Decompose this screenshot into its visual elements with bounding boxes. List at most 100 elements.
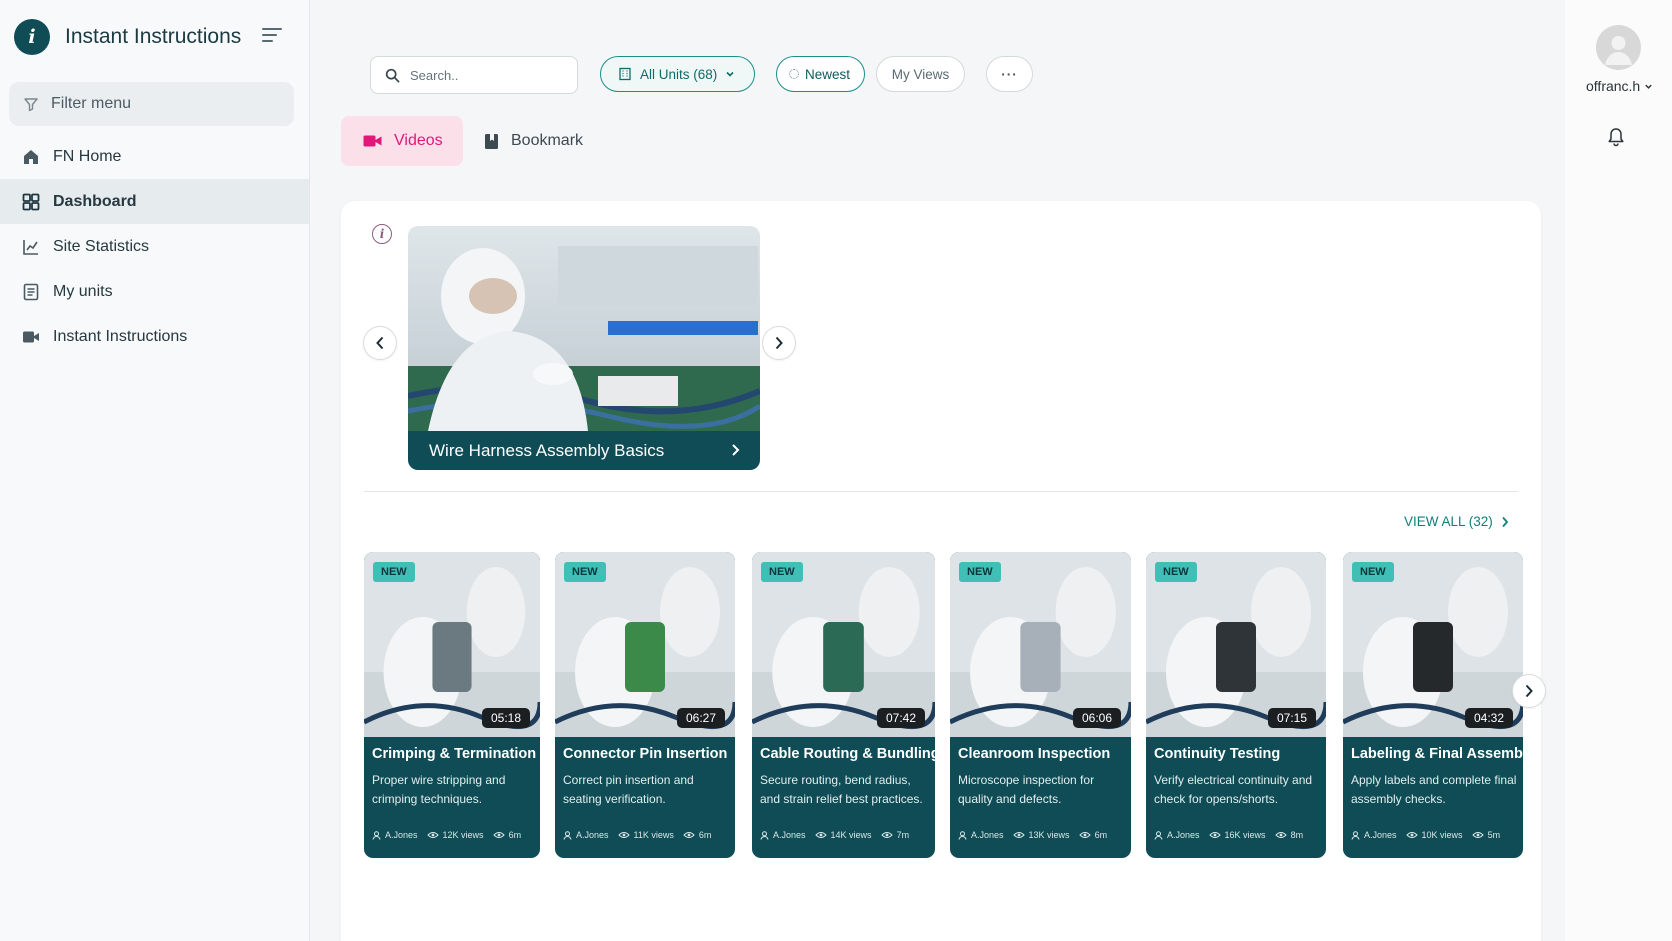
newest-filter-button[interactable]: Newest [776,56,865,92]
video-description: Verify electrical continuity and check f… [1154,773,1313,806]
search-input[interactable] [410,67,560,83]
video-card[interactable]: NEW 06:27 Connector Pin Insertion Correct p… [555,552,735,858]
dashboard-icon [22,193,40,210]
video-time: 6m [508,830,522,840]
video-title: Labeling & Final Assembly [1351,746,1523,762]
filter-menu[interactable]: Filter menu [9,82,294,126]
eye-icon [1471,832,1484,838]
chevron-left-icon [376,336,384,350]
new-badge: NEW [1155,562,1197,582]
sidebar-item-label: My units [53,282,113,300]
user-menu[interactable]: offranc.h [1586,78,1653,94]
chevron-right-icon [732,444,740,456]
home-icon [24,149,38,164]
video-time: 6m [698,830,712,840]
chevron-right-icon [1502,516,1509,527]
more-options-button[interactable]: ··· [986,56,1033,92]
video-title: Crimping & Termination [372,746,537,762]
building-icon [619,67,631,81]
eye-icon [1208,832,1221,838]
bookmark-icon [485,133,498,149]
search-icon [385,68,400,82]
video-time: 8m [1290,830,1304,840]
video-time: 6m [1094,830,1108,840]
sidebar-item-my-units[interactable]: My units [0,269,309,314]
notifications-bell-icon[interactable] [1607,127,1625,152]
view-all-link[interactable]: VIEW ALL (32) [1404,514,1509,529]
chevron-down-icon [726,71,734,77]
video-row-next-button[interactable] [1512,674,1546,708]
view-all-label: VIEW ALL (32) [1404,514,1493,529]
new-badge: NEW [564,562,606,582]
video-card[interactable]: NEW 06:06 Cleanroom Inspection Microscope i… [950,552,1131,858]
carousel-next-button[interactable] [762,326,796,360]
video-meta: A.Jones 14K views 7m [760,830,918,840]
search-box [370,56,578,94]
new-badge: NEW [761,562,803,582]
featured-video-card[interactable]: Wire Harness Assembly Basics [408,226,760,470]
eye-icon [492,832,505,838]
sidebar-item-site-statistics[interactable]: Site Statistics [0,224,309,269]
sidebar-item-instant-instructions[interactable]: Instant Instructions [0,314,309,359]
avatar[interactable] [1596,25,1641,70]
newest-filter-label: Newest [805,66,851,82]
video-views: 10K views [1421,830,1463,840]
user-avatar-icon [1605,36,1632,65]
new-badge: NEW [959,562,1001,582]
chevron-down-icon [1645,84,1652,89]
video-camera-icon [363,135,382,147]
section-divider [364,491,1518,492]
video-title: Cable Routing & Bundling [760,746,935,762]
eye-icon [1274,832,1287,838]
featured-video-title: Wire Harness Assembly Basics [429,440,665,460]
carousel-prev-button[interactable] [363,326,397,360]
new-badge: NEW [1352,562,1394,582]
video-card[interactable]: NEW 04:32 Labeling & Final Assembly Apply l… [1343,552,1523,858]
sidebar-item-label: Site Statistics [53,237,150,255]
menu-collapse-icon[interactable] [262,28,282,44]
user-icon [1154,830,1163,840]
tab-bookmark[interactable]: Bookmark [484,116,583,166]
video-duration: 05:18 [481,708,530,728]
sidebar-item-fn-home[interactable]: FN Home [0,134,309,179]
username-label: offranc.h [1586,78,1641,94]
video-duration: 07:15 [1267,708,1316,728]
video-meta: A.Jones 11K views 6m [563,830,720,840]
video-author: A.Jones [971,830,1004,840]
sidebar-item-dashboard[interactable]: Dashboard [0,179,309,224]
video-icon [23,331,39,342]
video-time: 5m [1487,830,1501,840]
video-author: A.Jones [1167,830,1200,840]
units-dropdown[interactable]: All Units (68) [600,56,755,92]
video-duration: 07:42 [876,708,925,728]
user-icon [1351,830,1360,840]
eye-icon [880,832,893,838]
user-icon [563,830,572,840]
user-icon [372,830,381,840]
units-dropdown-label: All Units (68) [640,66,718,82]
video-views: 13K views [1028,830,1070,840]
video-time: 7m [896,830,910,840]
video-card[interactable]: NEW 07:42 Cable Routing & Bundling Secure r… [752,552,935,858]
sidebar: i Instant Instructions Filter menu FN Ho… [0,0,310,941]
my-views-button[interactable]: My Views [876,56,965,92]
info-icon[interactable]: i [372,224,392,244]
video-views: 16K views [1224,830,1266,840]
video-card[interactable]: NEW 05:18 Crimping & Termination Proper wir… [364,552,540,858]
video-description: Proper wire stripping and crimping techn… [372,773,506,806]
tab-videos[interactable]: Videos [341,116,463,166]
chevron-right-icon [1525,684,1533,698]
brand[interactable]: i Instant Instructions [14,19,241,55]
more-options-icon: ··· [1001,66,1018,82]
video-views: 11K views [633,830,674,840]
video-title: Connector Pin Insertion [563,746,728,762]
eye-icon [617,832,630,838]
sidebar-item-label: FN Home [53,147,122,165]
featured-video-caption[interactable]: Wire Harness Assembly Basics [408,431,760,470]
video-card[interactable]: NEW 07:15 Continuity Testing Verify electri… [1146,552,1326,858]
sidebar-nav: FN Home Dashboard Site Statistics My uni… [0,134,309,359]
user-icon [958,830,967,840]
new-badge: NEW [373,562,415,582]
brand-logo-icon: i [14,19,50,55]
video-description: Apply labels and complete final assembly… [1351,773,1517,806]
